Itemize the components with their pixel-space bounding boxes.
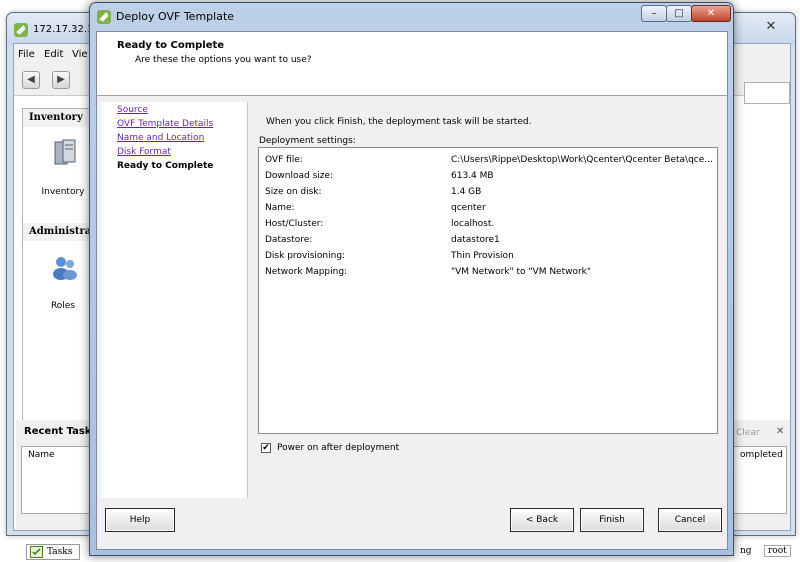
minimize-icon: – — [651, 8, 657, 19]
recent-tasks-title: Recent Tasks — [24, 426, 98, 437]
step-name-and-location[interactable]: Name and Location — [117, 133, 204, 143]
column-name[interactable]: Name — [28, 450, 55, 460]
column-completed[interactable]: ompleted — [740, 450, 783, 460]
finish-note: When you click Finish, the deployment ta… — [266, 117, 532, 127]
setting-key: Network Mapping: — [265, 267, 348, 277]
close-icon: ✕ — [706, 8, 716, 19]
forward-arrow-icon: ▶ — [57, 74, 65, 85]
step-ovf-template-details[interactable]: OVF Template Details — [117, 119, 213, 129]
setting-key: Disk provisioning: — [265, 251, 346, 261]
setting-value: C:\Users\Rippe\Desktop\Work\Qcenter\Qcen… — [451, 155, 713, 165]
deploy-ovf-dialog: Deploy OVF Template – □ ✕ Ready to Compl… — [89, 2, 734, 556]
status-text: ng — [740, 546, 752, 556]
deployment-settings-list: OVF file: C:\Users\Rippe\Desktop\Work\Qc… — [258, 147, 718, 434]
wizard-step-subtitle: Are these the options you want to use? — [135, 55, 312, 65]
close-button[interactable]: ✕ — [691, 5, 731, 22]
menu-file[interactable]: File — [18, 49, 35, 60]
back-arrow-icon: ◀ — [27, 74, 35, 85]
power-on-checkbox[interactable]: ✔ — [261, 443, 271, 453]
setting-value: localhost. — [451, 219, 495, 229]
power-on-label[interactable]: Power on after deployment — [277, 443, 399, 453]
cancel-button[interactable]: Cancel — [658, 508, 722, 532]
setting-value: Thin Provision — [451, 251, 514, 261]
setting-value: 1.4 GB — [451, 187, 482, 197]
finish-button[interactable]: Finish — [580, 508, 644, 532]
setting-value: datastore1 — [451, 235, 500, 245]
setting-key: Download size: — [265, 171, 334, 181]
step-ready-to-complete: Ready to Complete — [117, 161, 214, 171]
deployment-settings-label: Deployment settings: — [259, 136, 356, 146]
status-user: root — [764, 545, 791, 557]
tasks-icon — [30, 546, 43, 558]
step-disk-format[interactable]: Disk Format — [117, 147, 171, 157]
maximize-button[interactable]: □ — [666, 5, 692, 22]
menu-edit[interactable]: Edit — [44, 49, 63, 60]
close-tasks-icon[interactable]: ✕ — [776, 426, 784, 437]
step-source[interactable]: Source — [117, 105, 148, 115]
setting-value: "VM Network" to "VM Network" — [451, 267, 592, 277]
setting-key: Host/Cluster: — [265, 219, 324, 229]
vsphere-icon — [14, 23, 28, 37]
menu-view[interactable]: Vie — [72, 49, 88, 60]
help-button[interactable]: Help — [105, 508, 175, 532]
wizard-footer: Help < Back Finish Cancel — [97, 498, 727, 549]
tasks-tab-label: Tasks — [47, 547, 73, 557]
minimize-button[interactable]: – — [641, 5, 667, 22]
setting-value: qcenter — [451, 203, 486, 213]
setting-key: Size on disk: — [265, 187, 322, 197]
address-bar[interactable] — [744, 82, 790, 104]
wizard-header: Ready to Complete Are these the options … — [97, 32, 727, 96]
back-button[interactable]: < Back — [510, 508, 574, 532]
users-icon[interactable] — [51, 255, 79, 281]
wizard-step-title: Ready to Complete — [117, 40, 225, 51]
dialog-title: Deploy OVF Template — [116, 10, 235, 23]
clear-button[interactable]: Clear — [736, 428, 760, 438]
setting-key: Datastore: — [265, 235, 313, 245]
maximize-icon: □ — [674, 8, 684, 19]
back-button[interactable]: ◀ — [22, 71, 40, 89]
dialog-body: Ready to Complete Are these the options … — [96, 31, 728, 550]
client-close-icon[interactable]: ✕ — [759, 18, 783, 35]
setting-key: Name: — [265, 203, 295, 213]
server-icon[interactable] — [53, 139, 77, 167]
forward-button[interactable]: ▶ — [52, 71, 70, 89]
setting-value: 613.4 MB — [451, 171, 494, 181]
vsphere-icon — [97, 10, 111, 24]
wizard-steps: Source OVF Template Details Name and Loc… — [101, 102, 248, 498]
setting-key: OVF file: — [265, 155, 303, 165]
